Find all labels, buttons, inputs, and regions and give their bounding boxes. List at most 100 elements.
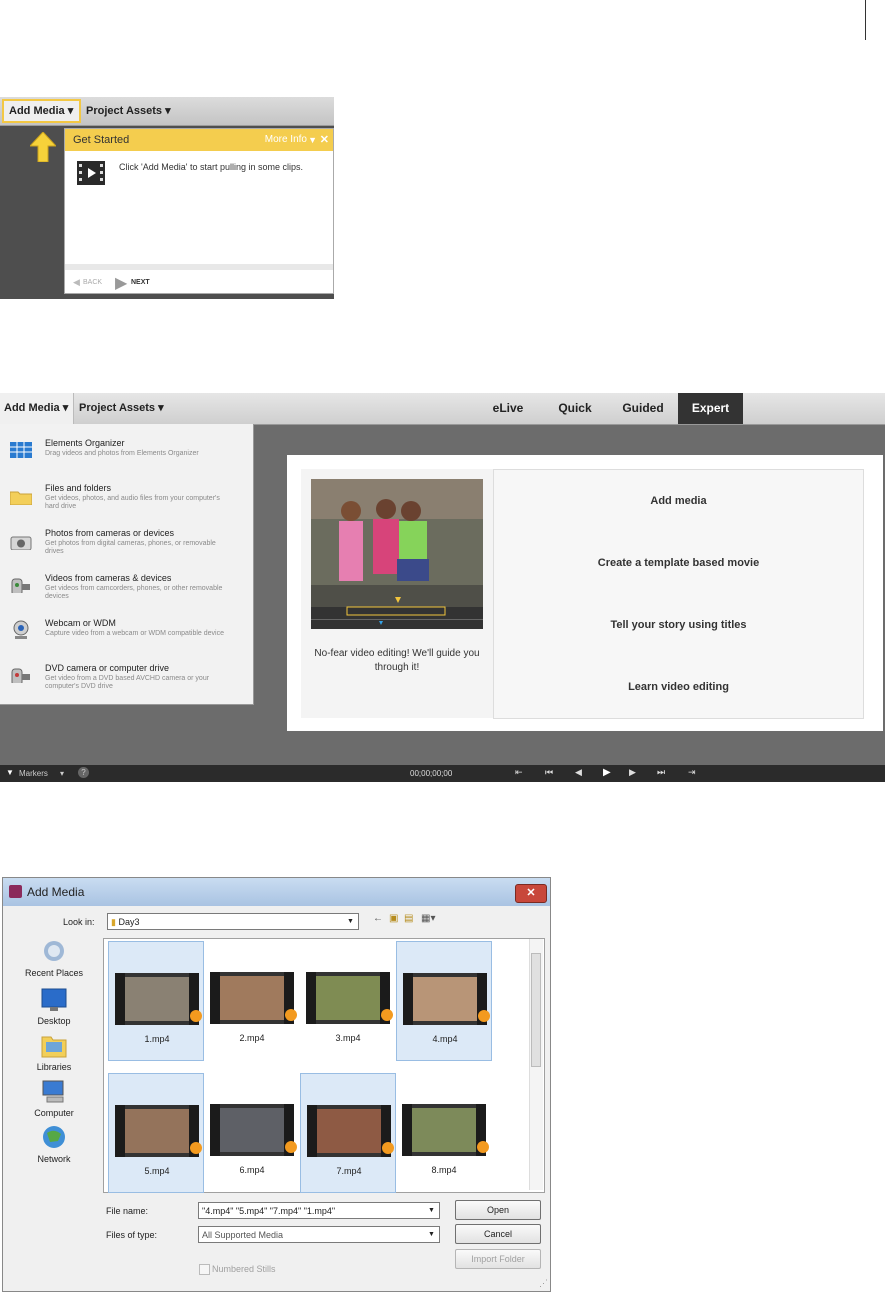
- file-item-8[interactable]: 8.mp4: [396, 1073, 492, 1193]
- close-icon[interactable]: ✕: [320, 129, 329, 151]
- close-button[interactable]: ✕: [515, 884, 547, 903]
- file-item-4[interactable]: 4.mp4: [396, 941, 492, 1061]
- open-button[interactable]: Open: [455, 1200, 541, 1220]
- step-forward-icon[interactable]: ▶: [629, 767, 636, 778]
- next-button[interactable]: NEXT: [131, 279, 150, 286]
- file-name: 7.mp4: [336, 1166, 362, 1176]
- place-desktop[interactable]: Desktop: [19, 986, 89, 1026]
- app-icon: [9, 885, 22, 898]
- add-media-tab[interactable]: Add Media ▾: [0, 393, 74, 424]
- timecode: 00;00;00;00: [410, 769, 453, 778]
- help-icon[interactable]: ?: [78, 767, 89, 778]
- file-item-3[interactable]: 3.mp4: [300, 941, 396, 1061]
- file-item-5[interactable]: 5.mp4: [108, 1073, 204, 1193]
- dvd-camera-icon: [11, 668, 30, 683]
- back-arrow-icon[interactable]: ←: [373, 913, 383, 924]
- file-item-7[interactable]: 7.mp4: [300, 1073, 396, 1193]
- menu-item-title: Videos from cameras & devices: [45, 573, 172, 583]
- numbered-stills-checkbox[interactable]: [199, 1264, 210, 1275]
- cancel-button[interactable]: Cancel: [455, 1224, 541, 1244]
- chevron-down-icon[interactable]: ▼: [424, 1227, 439, 1242]
- get-started-panel: Add Media ▾ Project Assets ▾ Get Started…: [0, 97, 334, 299]
- file-name: 6.mp4: [239, 1165, 265, 1175]
- goto-end-icon[interactable]: ⇥: [688, 767, 696, 778]
- place-label: Recent Places: [24, 968, 84, 978]
- option-add-media[interactable]: Add media: [494, 470, 863, 533]
- play-badge-icon: [477, 1141, 489, 1153]
- libraries-icon: [41, 1036, 67, 1058]
- place-computer[interactable]: Computer: [19, 1078, 89, 1118]
- back-button[interactable]: BACK: [83, 279, 102, 286]
- card-message: Click 'Add Media' to start pulling in so…: [119, 162, 304, 172]
- menu-item-videos-devices[interactable]: Videos from cameras & devices Get videos…: [0, 567, 253, 611]
- chevron-down-icon: ▾: [67, 105, 74, 117]
- menu-item-photos-devices[interactable]: Photos from cameras or devices Get photo…: [0, 522, 253, 566]
- mode-tab-expert[interactable]: Expert: [678, 393, 743, 424]
- menu-item-title: Photos from cameras or devices: [45, 528, 175, 538]
- place-label: Libraries: [36, 1062, 72, 1072]
- look-in-label: Look in:: [63, 917, 95, 927]
- folder-icon: ▮: [111, 917, 116, 927]
- play-badge-icon: [285, 1009, 297, 1021]
- card-header: Get Started More Info ▼ ✕: [65, 129, 333, 151]
- menu-item-dvd[interactable]: DVD camera or computer drive Get video f…: [0, 657, 253, 701]
- markers-dropdown[interactable]: Markers: [19, 769, 48, 778]
- chevron-down-icon[interactable]: ▼: [424, 1203, 439, 1218]
- dialog-title: Add Media: [27, 885, 85, 899]
- option-learn-editing[interactable]: Learn video editing: [494, 656, 863, 718]
- video-thumbnail: [306, 972, 393, 1024]
- file-name-label: File name:: [106, 1206, 149, 1216]
- scrollbar-thumb[interactable]: [531, 953, 541, 1067]
- project-assets-tab[interactable]: Project Assets ▾: [86, 99, 171, 123]
- resize-grip-icon[interactable]: ⋰: [539, 1278, 548, 1289]
- files-of-type-select[interactable]: All Supported Media ▼: [198, 1226, 440, 1243]
- desktop-icon: [41, 988, 67, 1011]
- up-folder-icon[interactable]: ▣: [389, 913, 398, 924]
- play-badge-icon: [381, 1009, 393, 1021]
- mode-tab-guided[interactable]: Guided: [612, 393, 674, 424]
- option-titles[interactable]: Tell your story using titles: [494, 594, 863, 657]
- collapse-icon[interactable]: ▼: [308, 129, 317, 151]
- menu-item-files-folders[interactable]: Files and folders Get videos, photos, an…: [0, 477, 253, 521]
- files-of-type-label: Files of type:: [106, 1230, 158, 1240]
- file-name-input[interactable]: "4.mp4" "5.mp4" "7.mp4" "1.mp4" ▼: [198, 1202, 440, 1219]
- editor-panel: Add Media ▾ Project Assets ▾ eLive Quick…: [0, 393, 885, 782]
- mode-tab-elive[interactable]: eLive: [478, 393, 538, 424]
- more-info-link[interactable]: More Info: [265, 129, 307, 151]
- place-network[interactable]: Network: [19, 1124, 89, 1164]
- play-badge-icon: [285, 1141, 297, 1153]
- goto-start-icon[interactable]: ⇤: [515, 767, 523, 778]
- menu-item-webcam[interactable]: Webcam or WDM Capture video from a webca…: [0, 612, 253, 656]
- play-icon[interactable]: ▶: [603, 767, 611, 778]
- chevron-down-icon[interactable]: ▼: [343, 914, 358, 929]
- video-thumbnail: [402, 1104, 489, 1156]
- play-badge-icon: [382, 1142, 394, 1154]
- file-item-1[interactable]: 1.mp4: [108, 941, 204, 1061]
- vertical-scrollbar[interactable]: [529, 939, 543, 1190]
- step-back-icon[interactable]: ◀: [575, 767, 582, 778]
- menu-item-elements-organizer[interactable]: Elements Organizer Drag videos and photo…: [0, 432, 253, 476]
- place-libraries[interactable]: Libraries: [19, 1032, 89, 1072]
- skip-back-icon[interactable]: ⏮: [545, 767, 553, 778]
- file-name: 5.mp4: [144, 1166, 170, 1176]
- computer-icon: [42, 1080, 64, 1103]
- new-folder-icon[interactable]: ▤: [404, 913, 413, 924]
- file-item-2[interactable]: 2.mp4: [204, 941, 300, 1061]
- add-media-tab[interactable]: Add Media ▾: [2, 99, 81, 123]
- import-folder-button[interactable]: Import Folder: [455, 1249, 541, 1269]
- view-menu-icon[interactable]: ▦▾: [421, 913, 435, 924]
- project-assets-tab[interactable]: Project Assets ▾: [79, 393, 164, 424]
- file-name: 3.mp4: [335, 1033, 361, 1043]
- video-thumbnail: [115, 973, 202, 1025]
- add-media-dialog: Add Media ✕ Look in: ▮ Day3 ▼ ← ▣ ▤ ▦▾ R…: [2, 877, 551, 1292]
- skip-forward-icon[interactable]: ⏭: [657, 767, 665, 778]
- menu-item-desc: Get photos from digital cameras, phones,…: [45, 540, 216, 555]
- get-started-card: Get Started More Info ▼ ✕ Click 'Add Med…: [64, 128, 334, 294]
- look-in-combo[interactable]: ▮ Day3 ▼: [107, 913, 359, 930]
- file-item-6[interactable]: 6.mp4: [204, 1073, 300, 1193]
- option-template-movie[interactable]: Create a template based movie: [494, 532, 863, 595]
- menu-item-title: DVD camera or computer drive: [45, 663, 170, 673]
- mode-tab-quick[interactable]: Quick: [545, 393, 605, 424]
- arrow-up-icon: [30, 132, 56, 162]
- place-recent-places[interactable]: Recent Places: [19, 938, 89, 978]
